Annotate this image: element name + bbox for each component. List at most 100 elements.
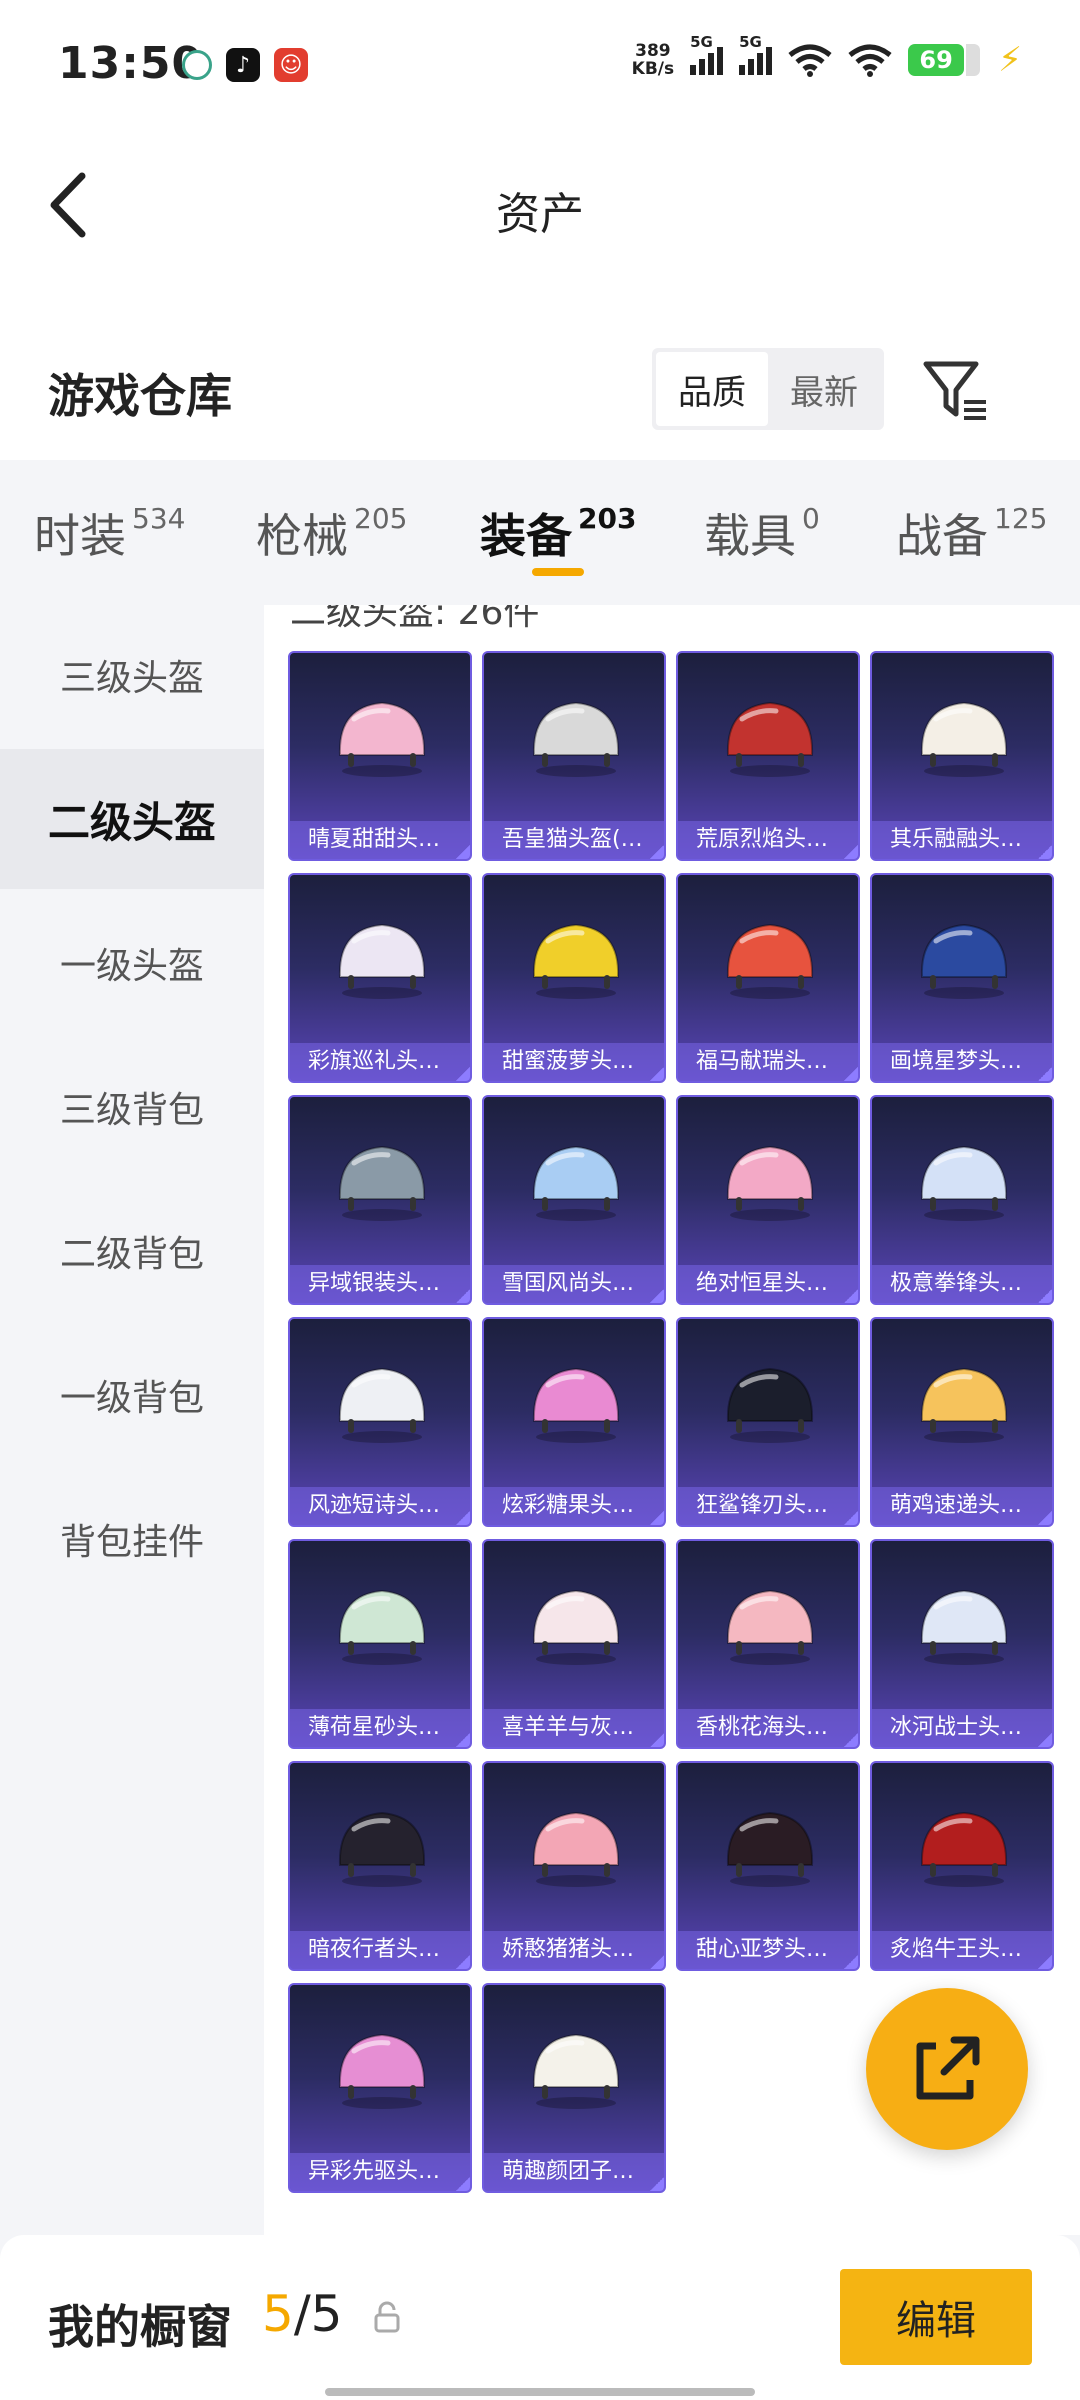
sort-latest-button[interactable]: 最新 bbox=[768, 352, 880, 426]
red-app-icon: ☺ bbox=[274, 48, 308, 82]
page-title: 资产 bbox=[496, 189, 584, 240]
helmet-icon bbox=[726, 1145, 814, 1221]
battery-icon: 69 bbox=[908, 44, 981, 76]
helmet-item-card[interactable]: 雪国风尚头… bbox=[482, 1095, 666, 1305]
warehouse-bar: 游戏仓库 品质 最新 bbox=[0, 320, 1080, 460]
sidebar-item-level1-backpack[interactable]: 一级背包 bbox=[0, 1325, 264, 1465]
card-corner bbox=[650, 1955, 664, 1969]
helmet-icon bbox=[338, 2033, 426, 2109]
tab-fashion[interactable]: 时装 534 bbox=[34, 500, 185, 566]
sidebar-item-level3-backpack[interactable]: 三级背包 bbox=[0, 1037, 264, 1177]
helmet-item-card[interactable]: 炫彩糖果头… bbox=[482, 1317, 666, 1527]
sidebar-item-level2-helmet[interactable]: 二级头盔 bbox=[0, 749, 264, 889]
item-name: 香桃花海头… bbox=[678, 1709, 858, 1747]
sidebar-item-backpack-charm[interactable]: 背包挂件 bbox=[0, 1469, 264, 1609]
helmet-item-card[interactable]: 彩旗巡礼头… bbox=[288, 873, 472, 1083]
helmet-icon bbox=[726, 923, 814, 999]
item-name: 荒原烈焰头… bbox=[678, 821, 858, 859]
helmet-item-card[interactable]: 异彩先驱头… bbox=[288, 1983, 472, 2193]
helmet-item-card[interactable]: 薄荷星砂头… bbox=[288, 1539, 472, 1749]
tab-equipment[interactable]: 装备 203 bbox=[480, 500, 636, 566]
helmet-item-card[interactable]: 异域银装头… bbox=[288, 1095, 472, 1305]
card-corner bbox=[844, 845, 858, 859]
helmet-item-card[interactable]: 狂鲨锋刃头… bbox=[676, 1317, 860, 1527]
warehouse-title: 游戏仓库 bbox=[48, 369, 232, 423]
helmet-item-card[interactable]: 荒原烈焰头… bbox=[676, 651, 860, 861]
filter-icon[interactable] bbox=[920, 356, 990, 426]
helmet-icon bbox=[532, 2033, 620, 2109]
card-corner bbox=[456, 1067, 470, 1081]
helmet-item-card[interactable]: 晴夏甜甜头… bbox=[288, 651, 472, 861]
card-corner bbox=[1038, 1733, 1052, 1747]
helmet-item-card[interactable]: 吾皇猫头盔(… bbox=[482, 651, 666, 861]
item-name: 彩旗巡礼头… bbox=[290, 1043, 470, 1081]
helmet-icon bbox=[532, 701, 620, 777]
helmet-icon bbox=[920, 701, 1008, 777]
item-name: 萌鸡速递头… bbox=[872, 1487, 1052, 1525]
item-name: 绝对恒星头… bbox=[678, 1265, 858, 1303]
helmet-item-card[interactable]: 娇憨猪猪头… bbox=[482, 1761, 666, 1971]
helmet-item-card[interactable]: 萌鸡速递头… bbox=[870, 1317, 1054, 1527]
helmet-item-card[interactable]: 冰河战士头… bbox=[870, 1539, 1054, 1749]
item-name: 炙焰牛王头… bbox=[872, 1931, 1052, 1969]
helmet-icon bbox=[338, 1367, 426, 1443]
helmet-item-card[interactable]: 风迹短诗头… bbox=[288, 1317, 472, 1527]
sidebar-item-level1-helmet[interactable]: 一级头盔 bbox=[0, 893, 264, 1033]
helmet-item-card[interactable]: 香桃花海头… bbox=[676, 1539, 860, 1749]
signal-icon: 5G bbox=[690, 33, 724, 75]
helmet-item-card[interactable]: 萌趣颜团子… bbox=[482, 1983, 666, 2193]
card-corner bbox=[650, 2177, 664, 2191]
tab-guns[interactable]: 枪械 205 bbox=[256, 500, 407, 566]
card-corner bbox=[456, 845, 470, 859]
sidebar-item-level2-backpack[interactable]: 二级背包 bbox=[0, 1181, 264, 1321]
item-name: 萌趣颜团子… bbox=[484, 2153, 664, 2191]
card-corner bbox=[1038, 845, 1052, 859]
helmet-icon bbox=[338, 923, 426, 999]
item-name: 甜蜜菠萝头… bbox=[484, 1043, 664, 1081]
card-corner bbox=[650, 845, 664, 859]
helmet-item-card[interactable]: 甜蜜菠萝头… bbox=[482, 873, 666, 1083]
section-title: 二级头盔: 26件 bbox=[290, 605, 540, 633]
sidebar-item-level3-helmet[interactable]: 三级头盔 bbox=[0, 605, 264, 745]
item-name: 吾皇猫头盔(… bbox=[484, 821, 664, 859]
helmet-icon bbox=[920, 1811, 1008, 1887]
helmet-item-card[interactable]: 喜羊羊与灰… bbox=[482, 1539, 666, 1749]
item-name: 冰河战士头… bbox=[872, 1709, 1052, 1747]
helmet-icon bbox=[338, 1589, 426, 1665]
item-name: 狂鲨锋刃头… bbox=[678, 1487, 858, 1525]
helmet-item-card[interactable]: 其乐融融头… bbox=[870, 651, 1054, 861]
helmet-item-card[interactable]: 绝对恒星头… bbox=[676, 1095, 860, 1305]
card-corner bbox=[1038, 1067, 1052, 1081]
showcase-count: 5/5 bbox=[262, 2285, 343, 2343]
net-speed: 389 KB/s bbox=[631, 41, 675, 79]
item-name: 其乐融融头… bbox=[872, 821, 1052, 859]
helmet-item-card[interactable]: 极意拳锋头… bbox=[870, 1095, 1054, 1305]
edit-button[interactable]: 编辑 bbox=[840, 2269, 1032, 2365]
card-corner bbox=[650, 1511, 664, 1525]
helmet-item-card[interactable]: 甜心亚梦头… bbox=[676, 1761, 860, 1971]
top-header: 资产 bbox=[0, 130, 1080, 320]
tab-supplies[interactable]: 战备 125 bbox=[896, 500, 1047, 566]
tab-vehicles[interactable]: 载具 0 bbox=[704, 500, 820, 566]
active-tab-indicator bbox=[532, 568, 584, 576]
helmet-item-card[interactable]: 炙焰牛王头… bbox=[870, 1761, 1054, 1971]
sort-quality-button[interactable]: 品质 bbox=[656, 352, 768, 426]
helmet-icon bbox=[920, 1145, 1008, 1221]
share-button[interactable] bbox=[866, 1988, 1028, 2150]
status-bar: 13:50 ♪ ☺ 389 KB/s 5G 5G 69 ⚡ bbox=[0, 0, 1080, 130]
helmet-item-card[interactable]: 福马献瑞头… bbox=[676, 873, 860, 1083]
signal-icon: 5G bbox=[739, 33, 773, 75]
wifi-icon bbox=[848, 44, 892, 77]
item-name: 极意拳锋头… bbox=[872, 1265, 1052, 1303]
home-indicator bbox=[325, 2388, 755, 2396]
item-name: 晴夏甜甜头… bbox=[290, 821, 470, 859]
helmet-item-card[interactable]: 画境星梦头… bbox=[870, 873, 1054, 1083]
helmet-icon bbox=[532, 1367, 620, 1443]
helmet-icon bbox=[726, 1811, 814, 1887]
showcase-title: 我的橱窗 bbox=[48, 2300, 232, 2354]
tiktok-icon: ♪ bbox=[226, 48, 260, 82]
category-tabs: 时装 534 枪械 205 装备 203 载具 0 战备 125 bbox=[0, 460, 1080, 605]
helmet-item-card[interactable]: 暗夜行者头… bbox=[288, 1761, 472, 1971]
helmet-icon bbox=[338, 1811, 426, 1887]
helmet-icon bbox=[338, 1145, 426, 1221]
